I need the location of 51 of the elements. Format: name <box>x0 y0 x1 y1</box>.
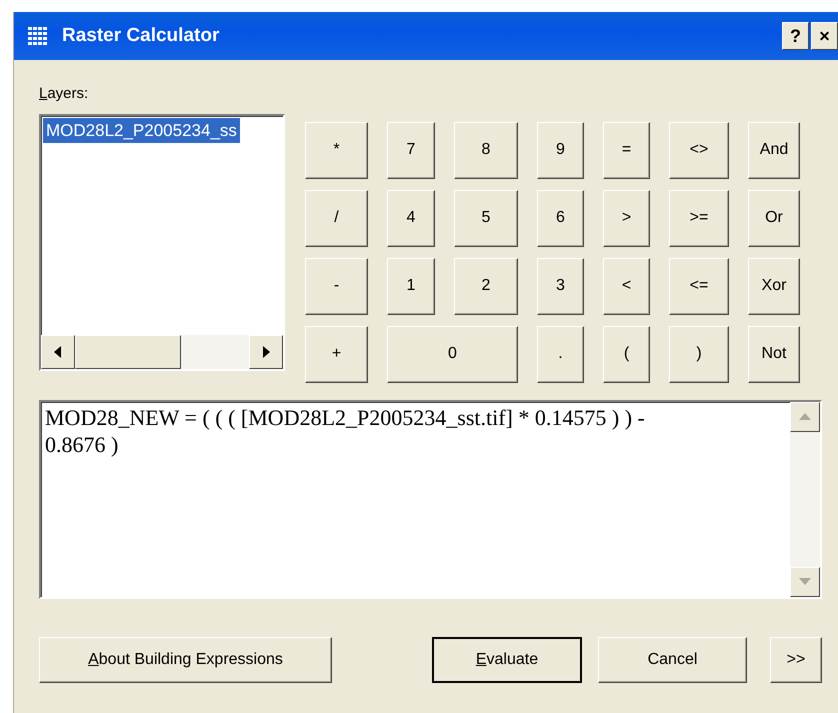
calculator-key[interactable]: - <box>305 258 368 314</box>
calculator-key[interactable]: < <box>603 258 650 314</box>
left-arrow-icon <box>54 346 62 358</box>
close-button[interactable]: × <box>811 22 838 50</box>
grid-icon <box>28 27 48 45</box>
right-arrow-icon <box>262 346 270 358</box>
calculator-key[interactable]: 0 <box>387 326 518 382</box>
scroll-down-button[interactable] <box>790 566 820 596</box>
expression-field[interactable]: MOD28_NEW = ( ( ( [MOD28L2_P2005234_sst.tif] * 0.14575 ) ) - 0.8676 ) <box>39 400 822 598</box>
horizontal-scrollbar[interactable] <box>41 334 283 368</box>
calculator-key[interactable]: <= <box>669 258 729 314</box>
calculator-key[interactable]: * <box>305 122 368 178</box>
scroll-right-button[interactable] <box>249 334 283 368</box>
vertical-scrollbar[interactable] <box>790 402 820 596</box>
expression-text: MOD28_NEW = ( ( ( [MOD28L2_P2005234_sst.tif] * 0.14575 ) ) - 0.8676 ) <box>44 404 646 459</box>
up-arrow-icon <box>799 413 811 420</box>
dialog-button[interactable]: Evaluate <box>432 636 582 682</box>
calculator-key[interactable]: 3 <box>537 258 584 314</box>
dialog-button[interactable]: Cancel <box>598 636 747 682</box>
calculator-key[interactable]: 9 <box>537 122 584 178</box>
calculator-key[interactable]: >= <box>669 190 729 246</box>
layer-item[interactable]: MOD28L2_P2005234_ss <box>43 118 240 143</box>
help-button[interactable]: ? <box>782 22 809 50</box>
calculator-key[interactable]: 7 <box>387 122 435 178</box>
scroll-thumb[interactable] <box>75 334 181 368</box>
layers-label: Layers: <box>39 84 88 104</box>
dialog-button[interactable]: About Building Expressions <box>39 636 332 682</box>
scroll-left-button[interactable] <box>41 334 75 368</box>
scroll-up-button[interactable] <box>790 402 820 432</box>
calculator-key[interactable]: ) <box>669 326 729 382</box>
layers-list[interactable]: MOD28L2_P2005234_ss <box>39 114 285 370</box>
calculator-key[interactable]: > <box>603 190 650 246</box>
calculator-key[interactable]: ( <box>603 326 650 382</box>
calculator-key[interactable]: Or <box>748 190 800 246</box>
calculator-key[interactable]: = <box>603 122 650 178</box>
calculator-key[interactable]: 2 <box>454 258 518 314</box>
calculator-key[interactable]: 4 <box>387 190 435 246</box>
calculator-key[interactable]: 5 <box>454 190 518 246</box>
calculator-key[interactable]: . <box>537 326 584 382</box>
window-title: Raster Calculator <box>62 24 220 48</box>
dialog-button[interactable]: >> <box>770 636 822 682</box>
calculator-key[interactable]: <> <box>669 122 729 178</box>
calculator-key[interactable]: Not <box>748 326 800 382</box>
calculator-key[interactable]: 8 <box>454 122 518 178</box>
calculator-key[interactable]: Xor <box>748 258 800 314</box>
calculator-key[interactable]: 6 <box>537 190 584 246</box>
calculator-key[interactable]: + <box>305 326 368 382</box>
calculator-key[interactable]: And <box>748 122 800 178</box>
calculator-key[interactable]: / <box>305 190 368 246</box>
down-arrow-icon <box>799 578 811 585</box>
calculator-key[interactable]: 1 <box>387 258 435 314</box>
